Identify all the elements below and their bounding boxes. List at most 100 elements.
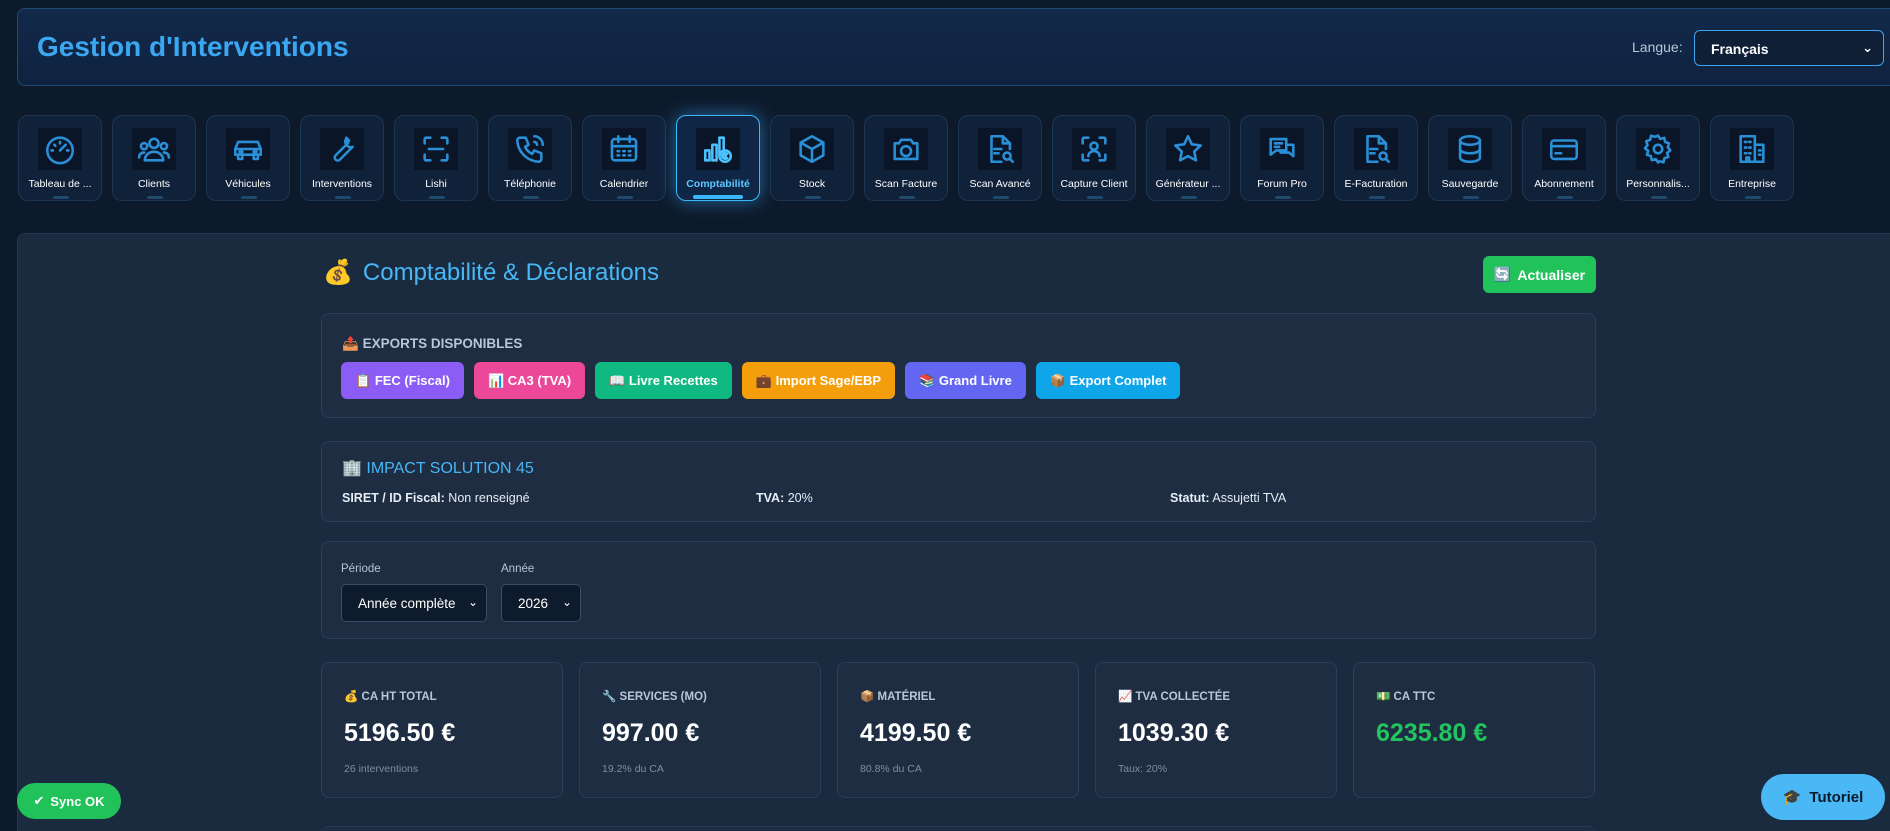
year-value: 2026 — [518, 596, 549, 611]
nav-item-scan-facture[interactable]: Scan Facture — [864, 115, 948, 201]
gear-icon — [1636, 128, 1680, 170]
nav-item-indicator — [523, 196, 539, 199]
nav-item-indicator — [617, 196, 633, 199]
car-icon — [226, 128, 270, 170]
export-button-3[interactable]: 💼 Import Sage/EBP — [741, 362, 896, 399]
kpi-label-text: SERVICES (MO) — [619, 691, 707, 703]
export-button-1[interactable]: 📊 CA3 (TVA) — [473, 362, 586, 399]
nav-item-téléphonie[interactable]: Téléphonie — [488, 115, 572, 201]
nav-item-capture-client[interactable]: Capture Client — [1052, 115, 1136, 201]
nav-item-clients[interactable]: Clients — [112, 115, 196, 201]
nav-item-label: Clients — [137, 178, 171, 190]
export-button-0[interactable]: 📋 FEC (Fiscal) — [341, 362, 464, 399]
nav-item-générateur[interactable]: Générateur ... — [1146, 115, 1230, 201]
kpi-icon: 🔧 — [602, 691, 617, 703]
kpi-label-text: MATÉRIEL — [877, 691, 936, 703]
kpi-label-text: CA TTC — [1393, 691, 1436, 703]
year-select[interactable]: 2026 ⌄ — [501, 584, 581, 622]
nav-item-tableau-de[interactable]: Tableau de ... — [18, 115, 102, 201]
export-button-label: Export Complet — [1069, 373, 1167, 388]
database-icon — [1448, 128, 1492, 170]
nav-item-indicator — [1369, 196, 1385, 199]
document-search-icon — [978, 128, 1022, 170]
kpi-subtext: 26 interventions — [344, 763, 419, 775]
chevron-down-icon: ⌄ — [561, 595, 572, 609]
nav-item-calendrier[interactable]: Calendrier — [582, 115, 666, 201]
nav-item-scan-avancé[interactable]: Scan Avancé — [958, 115, 1042, 201]
company-name-text: IMPACT SOLUTION 45 — [366, 460, 534, 477]
nav-item-véhicules[interactable]: Véhicules — [206, 115, 290, 201]
kpi-icon: 💰 — [344, 691, 359, 703]
graduation-cap-icon: 🎓 — [1782, 789, 1802, 806]
sync-status-button[interactable]: ✔ Sync OK — [17, 783, 121, 819]
nav-item-indicator — [693, 195, 743, 199]
kpi-value: 5196.50 € — [344, 719, 456, 747]
period-value: Année complète — [358, 596, 456, 611]
export-button-5[interactable]: 📦 Export Complet — [1035, 362, 1181, 399]
star-icon — [1166, 128, 1210, 170]
outbox-icon: 📤 — [342, 336, 359, 351]
kpi-card: 💵 CA TTC 6235.80 € — [1353, 662, 1595, 798]
kpi-value: 4199.50 € — [860, 719, 972, 747]
nav-item-interventions[interactable]: Interventions — [300, 115, 384, 201]
nav-item-label: Capture Client — [1060, 178, 1128, 190]
nav-item-stock[interactable]: Stock — [770, 115, 854, 201]
period-label: Période — [341, 563, 381, 575]
page-title: 💰 Comptabilité & Déclarations — [323, 258, 659, 287]
nav-item-abonnement[interactable]: Abonnement — [1522, 115, 1606, 201]
filters-card: Période Année complète ⌄ Année 2026 ⌄ — [321, 541, 1596, 639]
nav-item-indicator — [993, 196, 1009, 199]
period-select[interactable]: Année complète ⌄ — [341, 584, 487, 622]
page-title-text: Comptabilité & Déclarations — [362, 259, 660, 286]
nav-item-e-facturation[interactable]: E-Facturation — [1334, 115, 1418, 201]
export-button-label: Livre Recettes — [628, 373, 718, 388]
export-button-icon: 📖 — [609, 372, 626, 388]
nav-item-indicator — [241, 196, 257, 199]
kpi-card: 🔧 SERVICES (MO) 997.00 € 19.2% du CA — [579, 662, 821, 798]
language-select[interactable]: Français ⌄ — [1694, 30, 1884, 66]
nav-item-indicator — [1557, 196, 1573, 199]
nav-item-label: Personnalis... — [1626, 178, 1690, 190]
kpi-label: 💵 CA TTC — [1376, 689, 1435, 703]
export-button-4[interactable]: 📚 Grand Livre — [905, 362, 1026, 399]
app-header: Gestion d'Interventions Langue: Français… — [17, 8, 1890, 86]
tva-label: TVA: — [756, 491, 785, 505]
nav-item-personnalis[interactable]: Personnalis... — [1616, 115, 1700, 201]
export-button-icon: 📊 — [487, 372, 505, 388]
nav-item-lishi[interactable]: Lishi — [394, 115, 478, 201]
nav-item-label: Calendrier — [599, 178, 649, 190]
nav-item-indicator — [53, 196, 69, 199]
kpi-icon: 📈 — [1118, 691, 1133, 703]
nav-item-label: Sauvegarde — [1441, 178, 1499, 190]
phone-icon — [508, 128, 552, 170]
nav-item-label: Scan Avancé — [969, 178, 1031, 190]
wrench-icon — [320, 128, 364, 170]
nav-item-indicator — [1745, 196, 1761, 199]
tutorial-button[interactable]: 🎓 Tutoriel — [1761, 774, 1885, 820]
sync-label: Sync OK — [50, 793, 105, 809]
tva-value: 20% — [787, 491, 813, 505]
export-button-2[interactable]: 📖 Livre Recettes — [595, 362, 732, 399]
nav-item-comptabilité[interactable]: Comptabilité — [676, 115, 760, 201]
export-button-label: Import Sage/EBP — [775, 373, 882, 388]
nav-item-indicator — [335, 196, 351, 199]
kpi-label: 📦 MATÉRIEL — [860, 689, 935, 703]
nav-item-indicator — [1463, 196, 1479, 199]
nav-item-label: Véhicules — [225, 178, 271, 190]
nav-item-label: Générateur ... — [1155, 178, 1221, 190]
kpi-value: 6235.80 € — [1376, 719, 1488, 747]
refresh-label: Actualiser — [1517, 266, 1586, 283]
kpi-label-text: TVA COLLECTÉE — [1135, 691, 1231, 703]
kpi-label: 🔧 SERVICES (MO) — [602, 689, 707, 703]
nav-item-entreprise[interactable]: Entreprise — [1710, 115, 1794, 201]
refresh-button[interactable]: 🔄 Actualiser — [1483, 256, 1596, 293]
nav-item-indicator — [805, 196, 821, 199]
tutorial-label: Tutoriel — [1809, 788, 1864, 806]
nav-item-sauvegarde[interactable]: Sauvegarde — [1428, 115, 1512, 201]
accounting-chart-icon — [696, 128, 740, 170]
export-button-icon: 📋 — [355, 372, 372, 388]
kpi-subtext: Taux: 20% — [1118, 763, 1168, 775]
tva-info: TVA: 20% — [756, 491, 813, 505]
chevron-down-icon: ⌄ — [1862, 40, 1873, 55]
nav-item-forum-pro[interactable]: Forum Pro — [1240, 115, 1324, 201]
